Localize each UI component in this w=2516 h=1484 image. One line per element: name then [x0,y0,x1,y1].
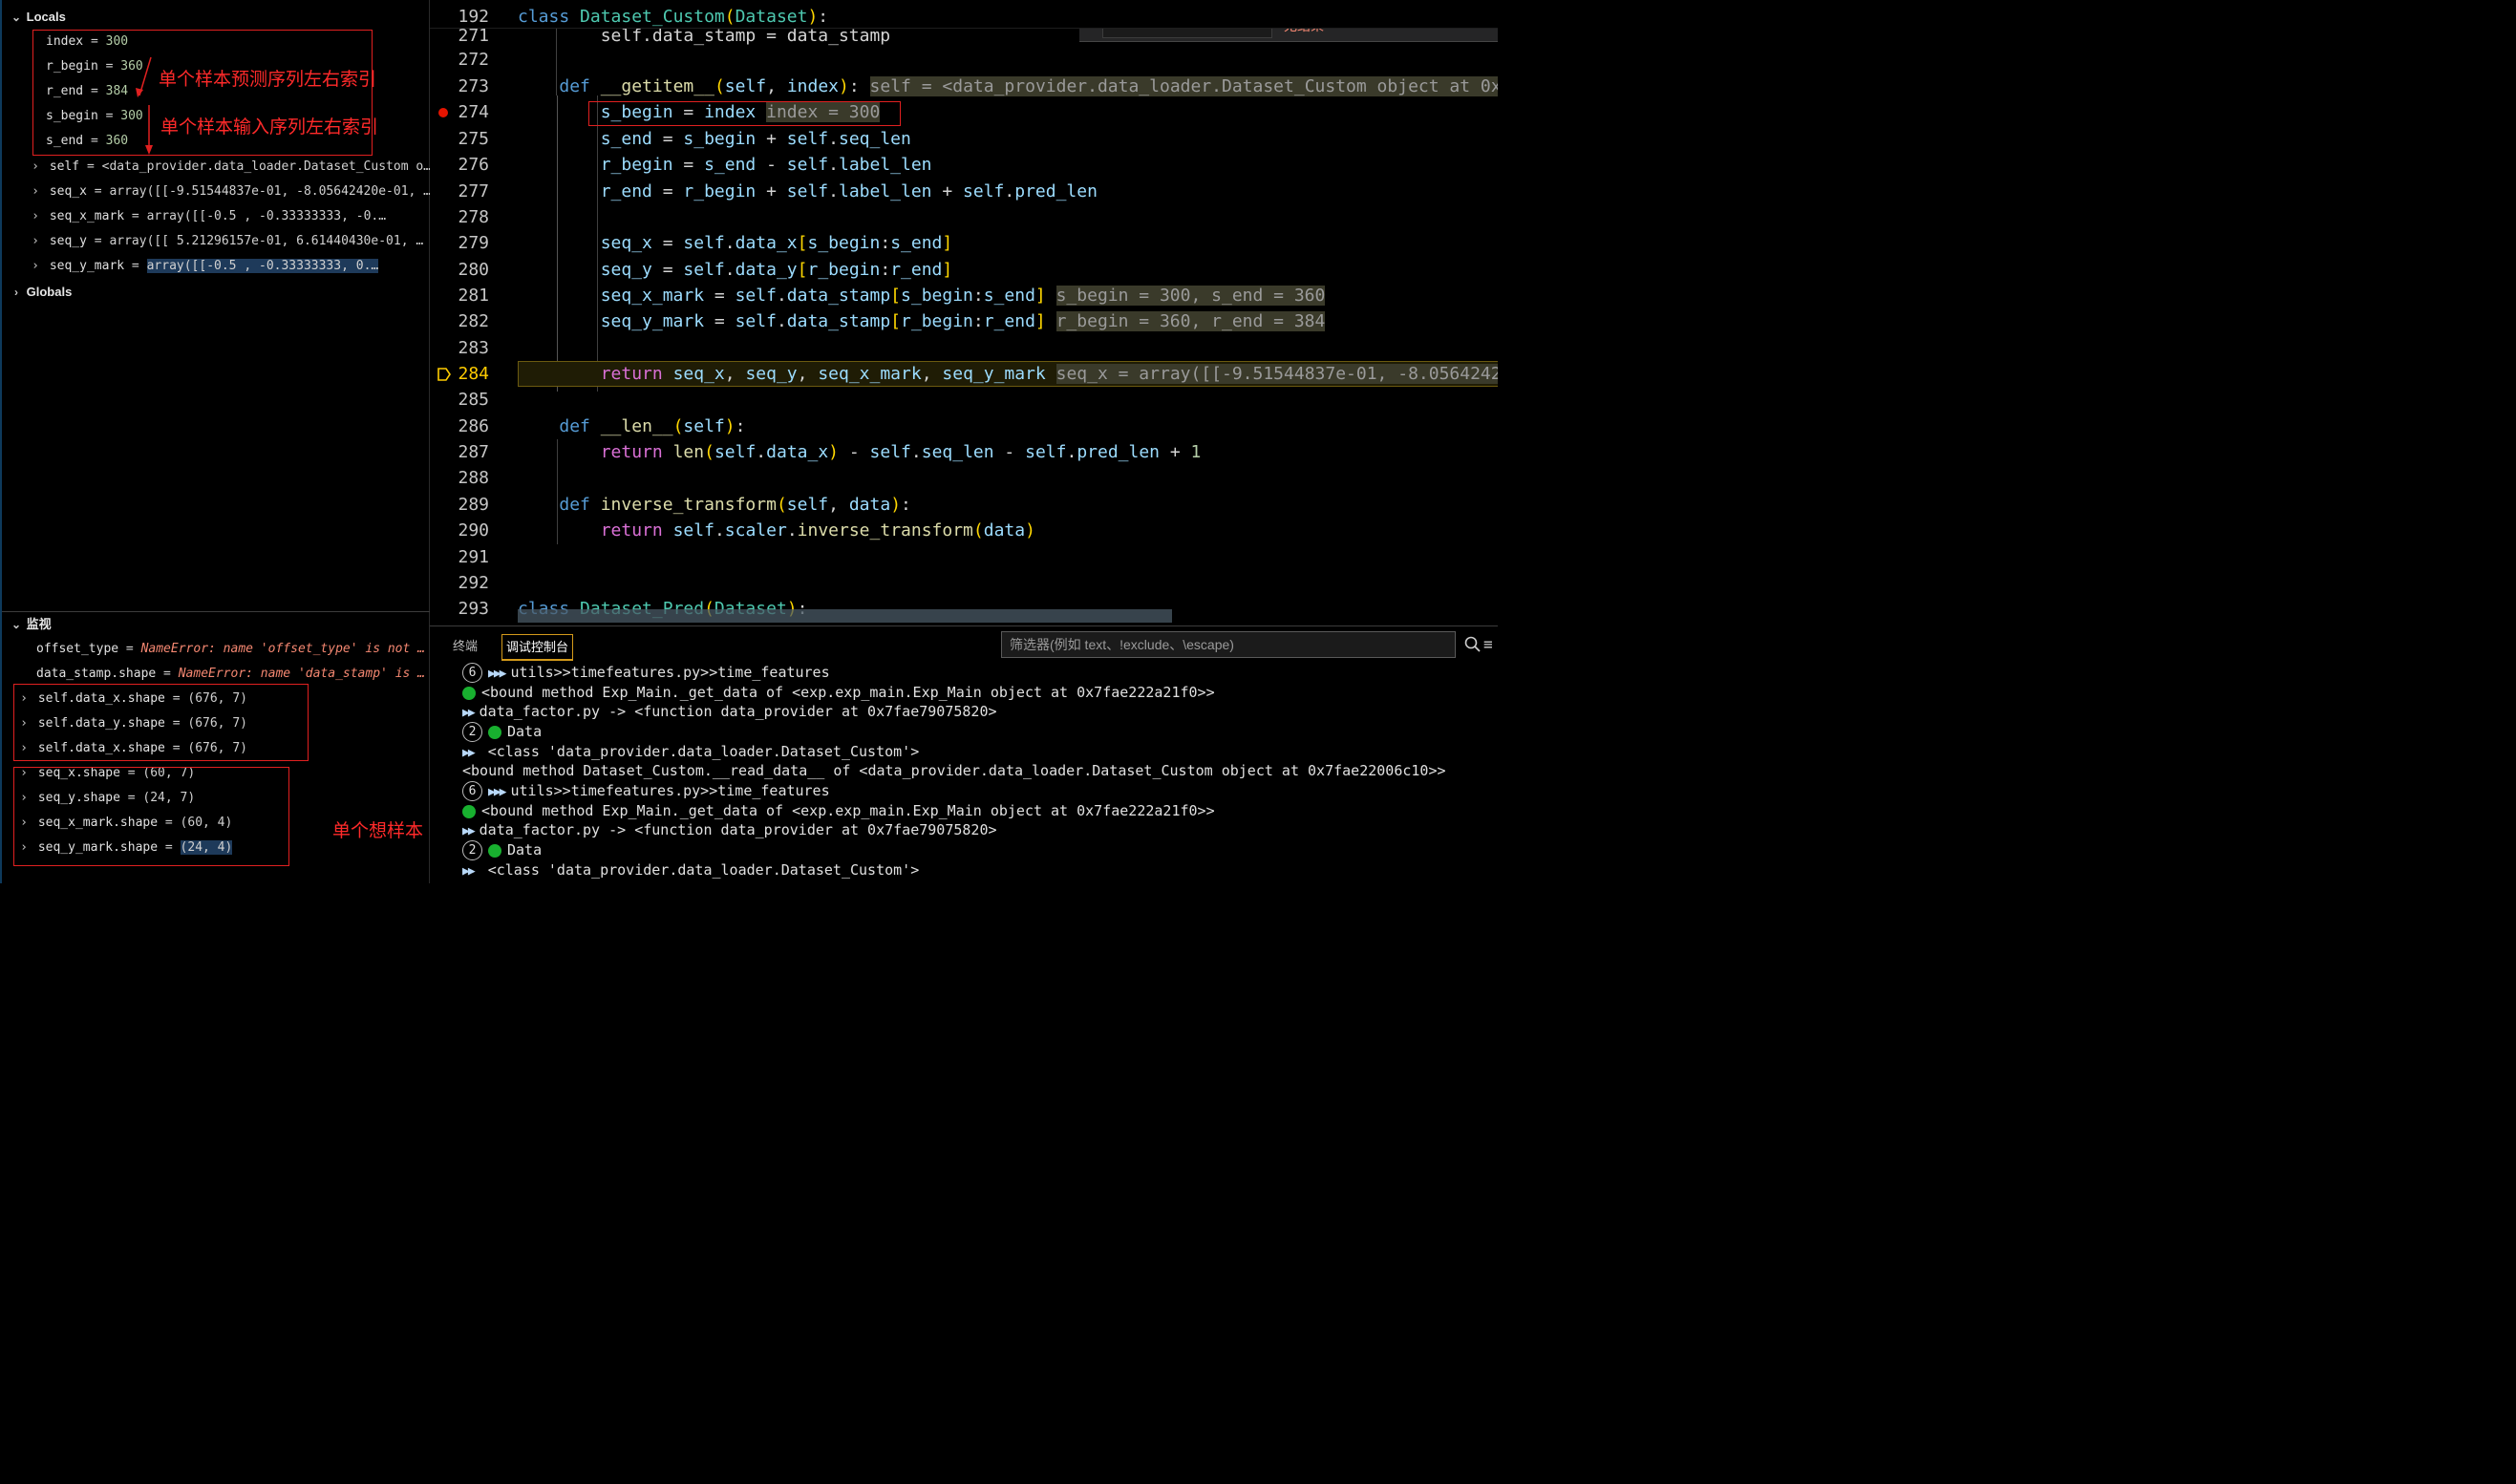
step-icon: ▶▶▶ [488,667,507,681]
console-line: 2 Data [462,722,542,742]
console-line: 6 ▶▶▶ utils>>timefeatures.py>>time_feature… [462,781,830,801]
sticky-line: class Dataset_Custom(Dataset): [518,7,829,27]
watch-highlight-box-1 [13,684,309,761]
watch-item[interactable]: offset_type = NameError: name 'offset_ty… [36,637,428,662]
code-line-273: def __getitem__(self, index): self = <da… [518,74,1498,99]
code-line-281: seq_x_mark = self.data_stamp[s_begin:s_e… [600,286,1326,306]
console-line: 2 Data [462,840,542,860]
green-dot-icon [462,804,476,818]
watch-highlight-box-2 [13,767,289,866]
console-filter-input[interactable]: 筛选器(例如 text、!exclude、\escape) [1001,631,1456,658]
chevron-right-icon: › [32,159,39,174]
console-line: <bound method Dataset_Custom.__read_data… [462,762,1446,779]
step-icon: ▶▶ [462,706,476,720]
code-line-275: s_end = s_begin + self.seq_len [600,129,911,149]
console-line: ▶▶ <class 'data_provider.data_loader.Dat… [462,742,919,762]
watch-header[interactable]: ⌄ 监视 [10,615,52,634]
code-line-276: r_begin = s_end - self.label_len [600,155,932,175]
bottom-panel: 终端 调试控制台 筛选器(例如 text、!exclude、\escape) ≡… [430,625,1498,883]
step-icon: ▶▶ [462,824,476,838]
code-line-277: r_end = r_begin + self.label_len + self.… [600,181,1098,201]
var-seq-x-mark[interactable]: › seq_x_mark = array([[-0.5 , -0.3333333… [29,204,430,229]
horizontal-scrollbar[interactable] [518,609,1172,623]
globals-header[interactable]: › Globals [10,283,72,302]
code-line-280: seq_y = self.data_y[r_begin:r_end] [600,260,953,280]
console-line: ▶▶ <class 'data_provider.data_loader.Dat… [462,860,919,880]
green-dot-icon [462,686,476,700]
chevron-down-icon: ⌄ [11,618,22,631]
annotation-arrows [136,56,153,155]
annotation-pred-index: 单个样本预测序列左右索引 [159,69,377,90]
var-seq-x[interactable]: › seq_x = array([[-9.51544837e-01, -8.05… [29,180,430,204]
code-line-289: def inverse_transform(self, data): [559,495,911,515]
console-line: ▶▶ data_factor.py -> <function data_provi… [462,702,997,722]
line-highlight-box [588,101,901,126]
chevron-right-icon: › [32,209,39,223]
var-self[interactable]: › self = <data_provider.data_loader.Data… [29,155,430,180]
menu-icon[interactable]: ≡ [1483,635,1493,653]
chevron-right-icon: › [32,234,39,248]
green-dot-icon [488,725,501,739]
annotation-single-sample: 单个想样本 [332,820,424,841]
debug-sidebar: ⌄ Locals index = 300 r_begin = 360 r_end… [0,0,432,883]
sticky-scroll[interactable]: 192 class Dataset_Custom(Dataset): [430,0,1498,29]
console-line: <bound method Exp_Main._get_data of <exp… [462,801,1215,821]
step-icon: ▶▶▶ [488,785,507,799]
console-line: ▶▶ data_factor.py -> <function data_provi… [462,820,997,840]
console-line: 6 ▶▶▶ utils>>timefeatures.py>>time_feature… [462,663,830,683]
tab-debug-console[interactable]: 调试控制台 [501,634,574,661]
code-line-286: def __len__(self): [559,416,746,436]
code-line-290: return self.scaler.inverse_transform(dat… [600,520,1035,541]
console-line: <bound method Exp_Main._get_data of <exp… [462,683,1215,703]
chevron-right-icon: › [14,286,18,299]
green-dot-icon [488,843,501,858]
tab-terminal[interactable]: 终端 [449,634,481,661]
code-line-279: seq_x = self.data_x[s_begin:s_end] [600,233,953,253]
code-editor[interactable]: 192 class Dataset_Custom(Dataset): 271 s… [430,0,1498,625]
chevron-right-icon: › [32,259,39,273]
chevron-right-icon: › [32,184,39,199]
locals-header[interactable]: ⌄ Locals [10,8,66,27]
annotation-input-index: 单个样本输入序列左右索引 [160,117,379,138]
search-icon[interactable] [1464,636,1482,653]
code-line-284: return seq_x, seq_y, seq_x_mark, seq_y_m… [518,361,1498,387]
panel-divider[interactable] [2,611,432,612]
code-line-282: seq_y_mark = self.data_stamp[r_begin:r_e… [600,311,1326,331]
code-line-287: return len(self.data_x) - self.seq_len -… [600,442,1202,462]
step-icon: ▶▶ [462,746,476,760]
chevron-down-icon: ⌄ [11,11,22,24]
step-icon: ▶▶ [462,864,476,879]
var-seq-y-mark[interactable]: › seq_y_mark = array([[-0.5 , -0.3333333… [29,254,430,279]
var-seq-y[interactable]: › seq_y = array([[ 5.21296157e-01, 6.614… [29,229,430,254]
